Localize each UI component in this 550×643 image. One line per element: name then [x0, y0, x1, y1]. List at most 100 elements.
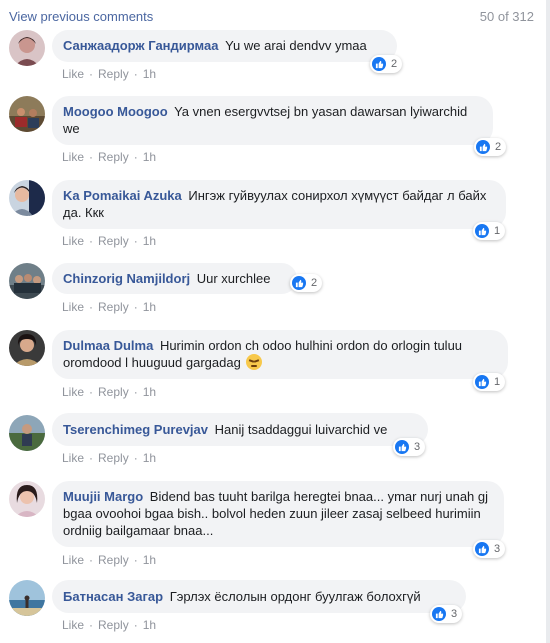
separator-dot: · [133, 234, 138, 248]
reaction-count-value: 2 [495, 141, 502, 153]
commenter-name[interactable]: Батнасан Загар [63, 589, 163, 604]
commenter-name[interactable]: Санжаадорж Гандирмаа [63, 38, 218, 53]
commenter-name[interactable]: Ka Pomaikai Azuka [63, 188, 182, 203]
reaction-count[interactable]: 2 [474, 138, 507, 156]
comment-text: Гэрлэх ёслолын ордонг буулгаж болохгүй [169, 589, 421, 604]
like-reaction-icon [475, 375, 489, 389]
separator-dot: · [133, 300, 138, 314]
separator-dot: · [89, 385, 94, 399]
reply-link[interactable]: Reply [98, 300, 129, 314]
comment-actions: Like · Reply · 1h [62, 150, 156, 164]
comment-actions: Like · Reply · 1h [62, 618, 156, 632]
reply-link[interactable]: Reply [98, 385, 129, 399]
avatar[interactable] [9, 330, 45, 366]
separator-dot: · [89, 618, 94, 632]
like-reaction-icon [292, 276, 306, 290]
comment-text: Yu we arai dendvv ymaa [225, 38, 367, 53]
separator-dot: · [133, 67, 138, 81]
comment-actions: Like · Reply · 1h [62, 451, 156, 465]
avatar[interactable] [9, 263, 45, 299]
reaction-count[interactable]: 2 [370, 55, 403, 73]
timestamp[interactable]: 1h [143, 234, 156, 248]
commenter-name[interactable]: Dulmaa Dulma [63, 338, 153, 353]
view-previous-comments-link[interactable]: View previous comments [9, 9, 153, 24]
timestamp[interactable]: 1h [143, 67, 156, 81]
avatar[interactable] [9, 30, 45, 66]
like-link[interactable]: Like [62, 385, 84, 399]
timestamp[interactable]: 1h [143, 451, 156, 465]
timestamp[interactable]: 1h [143, 553, 156, 567]
like-reaction-icon [475, 542, 489, 556]
separator-dot: · [89, 451, 94, 465]
like-reaction-icon [432, 607, 446, 621]
avatar[interactable] [9, 96, 45, 132]
comment-counter: 50 of 312 [479, 9, 534, 24]
reaction-count-value: 1 [494, 376, 501, 388]
comment-bubble: Санжаадорж Гандирмаа Yu we arai dendvv y… [52, 30, 397, 62]
avatar[interactable] [9, 415, 45, 451]
like-reaction-icon [475, 224, 489, 238]
commenter-name[interactable]: Muujii Margo [63, 489, 143, 504]
comments-header: View previous comments 50 of 312 [0, 0, 550, 30]
reaction-count[interactable]: 2 [290, 274, 323, 292]
comment-bubble: Dulmaa Dulma Hurimin ordon ch odoo hulhi… [52, 330, 508, 379]
like-link[interactable]: Like [62, 618, 84, 632]
separator-dot: · [133, 451, 138, 465]
commenter-name[interactable]: Chinzorig Namjildorj [63, 271, 190, 286]
like-reaction-icon [372, 57, 386, 71]
like-link[interactable]: Like [62, 300, 84, 314]
reply-link[interactable]: Reply [98, 150, 129, 164]
comment-bubble: Muujii Margo Bidend bas tuuht barilga he… [52, 481, 504, 547]
reply-link[interactable]: Reply [98, 234, 129, 248]
reply-link[interactable]: Reply [98, 553, 129, 567]
like-link[interactable]: Like [62, 234, 84, 248]
comment-text: Uur xurchlee [196, 271, 271, 286]
separator-dot: · [89, 553, 94, 567]
reaction-count[interactable]: 3 [393, 438, 426, 456]
comment-text: Hanij tsaddaggui luivarchid ve [214, 422, 388, 437]
like-link[interactable]: Like [62, 451, 84, 465]
separator-dot: · [133, 618, 138, 632]
reply-link[interactable]: Reply [98, 451, 129, 465]
commenter-name[interactable]: Tserenchimeg Purevjav [63, 422, 208, 437]
separator-dot: · [133, 553, 138, 567]
timestamp[interactable]: 1h [143, 150, 156, 164]
separator-dot: · [133, 150, 138, 164]
avatar[interactable] [9, 180, 45, 216]
comment-bubble: Tserenchimeg Purevjav Hanij tsaddaggui l… [52, 413, 428, 446]
comment-bubble: Chinzorig Namjildorj Uur xurchlee [52, 263, 297, 294]
comment-actions: Like · Reply · 1h [62, 67, 156, 81]
reaction-count-value: 1 [494, 225, 501, 237]
like-link[interactable]: Like [62, 553, 84, 567]
reaction-count[interactable]: 3 [430, 605, 463, 623]
timestamp[interactable]: 1h [143, 300, 156, 314]
comment-actions: Like · Reply · 1h [62, 300, 156, 314]
separator-dot: · [133, 385, 138, 399]
comment-actions: Like · Reply · 1h [62, 553, 156, 567]
avatar[interactable] [9, 580, 45, 616]
comment-actions: Like · Reply · 1h [62, 234, 156, 248]
reaction-count-value: 3 [494, 543, 501, 555]
separator-dot: · [89, 150, 94, 164]
like-reaction-icon [476, 140, 490, 154]
reaction-count[interactable]: 1 [473, 373, 506, 391]
reply-link[interactable]: Reply [98, 67, 129, 81]
like-link[interactable]: Like [62, 67, 84, 81]
reaction-count-value: 3 [414, 441, 421, 453]
commenter-name[interactable]: Moogoo Moogoo [63, 104, 168, 119]
reaction-count[interactable]: 1 [473, 222, 506, 240]
separator-dot: · [89, 300, 94, 314]
comment-bubble: Moogoo Moogoo Ya vnen esergvvtsej bn yas… [52, 96, 493, 145]
reply-link[interactable]: Reply [98, 618, 129, 632]
avatar[interactable] [9, 481, 45, 517]
like-link[interactable]: Like [62, 150, 84, 164]
comment-bubble: Ka Pomaikai Azuka Ингэж гуйвуулах сонирх… [52, 180, 506, 229]
reaction-count-value: 3 [451, 608, 458, 620]
comment-bubble: Батнасан Загар Гэрлэх ёслолын ордонг буу… [52, 580, 466, 613]
timestamp[interactable]: 1h [143, 385, 156, 399]
reaction-count[interactable]: 3 [473, 540, 506, 558]
scrollbar[interactable] [546, 0, 550, 643]
timestamp[interactable]: 1h [143, 618, 156, 632]
comment-actions: Like · Reply · 1h [62, 385, 156, 399]
angry-face-emoji [246, 354, 263, 370]
